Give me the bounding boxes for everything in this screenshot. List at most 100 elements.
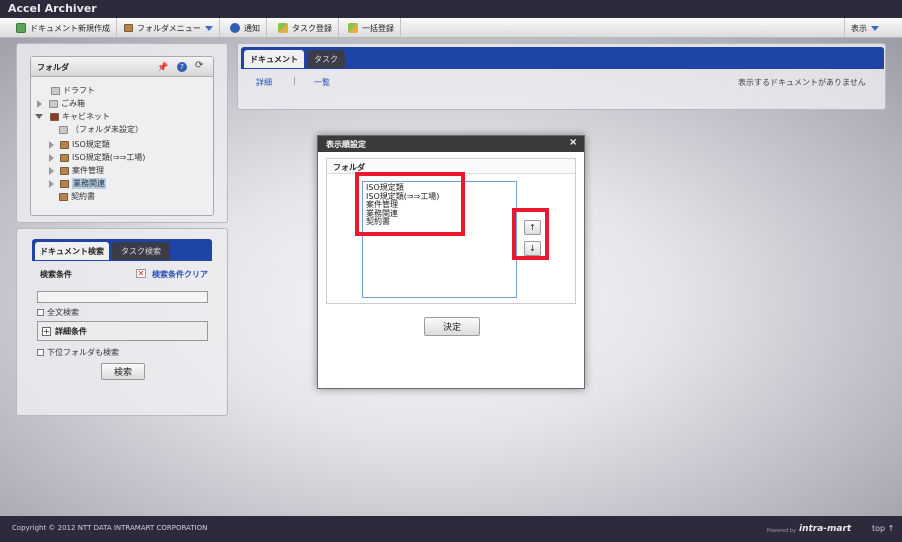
tree-item-label: ごみ箱	[61, 99, 85, 108]
confirm-button-label: 決定	[442, 323, 461, 333]
folder-tree-box: フォルダ 📌 ? ⟳ ドラフト ごみ箱 キャビネット （フォルダ未設定） ISO…	[30, 56, 214, 216]
new-document-icon	[16, 23, 26, 33]
menu-folder[interactable]: フォルダメニュー	[118, 18, 220, 38]
detail-view-link[interactable]: 詳細	[256, 77, 272, 88]
fulltext-checkbox-row[interactable]: 全文検索	[37, 307, 79, 318]
app-title-bar: Accel Archiver	[0, 0, 902, 18]
tab-task-search[interactable]: タスク検索	[112, 242, 170, 260]
clear-icon[interactable]: ✕	[136, 269, 146, 278]
fulltext-checkbox[interactable]	[37, 309, 44, 316]
search-button-label: 検索	[113, 368, 132, 378]
chevron-down-icon	[204, 25, 213, 31]
tree-item-label: （フォルダ未設定）	[71, 125, 143, 134]
search-condition-label: 検索条件	[40, 270, 72, 279]
tab-document-search[interactable]: ドキュメント検索	[35, 242, 109, 260]
expand-icon[interactable]	[37, 99, 42, 108]
folder-icon	[59, 125, 68, 134]
search-tab-bar: ドキュメント検索 タスク検索	[32, 239, 212, 261]
menu-bulk-register[interactable]: 一括登録	[342, 18, 401, 38]
tree-item-trash[interactable]: ごみ箱	[37, 98, 85, 109]
trash-icon	[49, 99, 58, 108]
menu-new-document-label: ドキュメント新規作成	[30, 23, 110, 33]
pin-icon[interactable]: 📌	[157, 63, 168, 73]
tree-item-label: 業務関連	[72, 178, 106, 189]
folder-icon	[60, 166, 69, 175]
folder-section-label: フォルダ	[333, 163, 365, 172]
tab-label: ドキュメント	[250, 54, 298, 64]
tree-item-label: ドラフト	[63, 86, 95, 95]
menu-task-register[interactable]: タスク登録	[272, 18, 339, 38]
document-panel: ドキュメント タスク 詳細 | 一覧 表示するドキュメントがありません	[237, 43, 886, 110]
tree-item-contract[interactable]: 契約書	[59, 191, 95, 202]
menu-folder-label: フォルダメニュー	[137, 23, 201, 33]
menu-task-register-label: タスク登録	[292, 23, 332, 33]
collapse-icon[interactable]	[35, 114, 43, 119]
tree-item-iso[interactable]: ISO規定類	[49, 139, 110, 150]
menu-display[interactable]: 表示	[844, 18, 885, 38]
folder-icon	[124, 24, 133, 32]
tab-label: ドキュメント検索	[40, 246, 104, 256]
tree-item-unset[interactable]: （フォルダ未設定）	[59, 124, 143, 135]
tree-item-label: ISO規定類(⇒⇒工場)	[72, 153, 146, 162]
folder-panel-title: フォルダ	[37, 63, 69, 72]
tree-item-label: キャビネット	[62, 112, 110, 121]
folder-icon	[60, 179, 69, 188]
tree-item-label: 案件管理	[72, 166, 104, 175]
folder-icon	[60, 153, 69, 162]
confirm-button[interactable]: 決定	[424, 317, 480, 336]
tree-item-business[interactable]: 業務関連	[49, 178, 106, 189]
highlight-arrow-buttons	[512, 208, 549, 260]
search-button[interactable]: 検索	[101, 363, 145, 380]
tree-item-draft[interactable]: ドラフト	[51, 85, 95, 96]
folder-panel: フォルダ 📌 ? ⟳ ドラフト ごみ箱 キャビネット （フォルダ未設定） ISO…	[16, 43, 228, 223]
expand-icon[interactable]	[49, 166, 54, 175]
tab-tasks[interactable]: タスク	[307, 50, 345, 68]
menu-display-label: 表示	[851, 23, 867, 33]
highlight-list-box	[355, 172, 465, 236]
task-register-icon	[278, 23, 288, 33]
fulltext-label: 全文検索	[47, 308, 79, 317]
link-separator: |	[293, 76, 296, 85]
document-tab-bar: ドキュメント タスク	[241, 47, 884, 69]
info-icon	[230, 23, 240, 33]
detail-conditions-toggle[interactable]: + 詳細条件	[37, 321, 208, 341]
tab-label: タスク検索	[121, 246, 161, 256]
search-panel: ドキュメント検索 タスク検索 検索条件 ✕ 検索条件クリア 全文検索 + 詳細条…	[16, 228, 228, 416]
menu-new-document[interactable]: ドキュメント新規作成	[10, 18, 117, 38]
tab-label: タスク	[314, 54, 338, 64]
folder-icon	[59, 192, 68, 201]
tree-item-projects[interactable]: 案件管理	[49, 165, 104, 176]
tree-item-label: ISO規定類	[72, 140, 110, 149]
menu-bar: ドキュメント新規作成 フォルダメニュー 通知 タスク登録 一括登録 表示	[0, 18, 902, 38]
subfolder-label: 下位フォルダも検索	[47, 348, 119, 357]
help-icon[interactable]: ?	[177, 62, 187, 72]
tab-documents[interactable]: ドキュメント	[244, 50, 304, 68]
list-view-link[interactable]: 一覧	[314, 77, 330, 88]
plus-icon: +	[42, 326, 51, 336]
clear-conditions-link[interactable]: 検索条件クリア	[152, 269, 208, 280]
tree-item-label: 契約書	[71, 192, 95, 201]
close-icon[interactable]: ×	[569, 137, 577, 148]
expand-icon[interactable]	[49, 140, 54, 149]
dialog-header: 表示順設定	[318, 136, 584, 152]
menu-notification[interactable]: 通知	[224, 18, 267, 38]
tree-item-cabinet[interactable]: キャビネット	[35, 111, 110, 122]
top-link[interactable]: top ↑	[872, 524, 894, 533]
dialog-title: 表示順設定	[326, 140, 366, 149]
draft-icon	[51, 86, 60, 95]
expand-icon[interactable]	[49, 153, 54, 162]
tree-item-iso-factory[interactable]: ISO規定類(⇒⇒工場)	[49, 152, 145, 163]
search-input[interactable]	[37, 291, 208, 303]
menu-bulk-register-label: 一括登録	[362, 23, 394, 33]
expand-icon[interactable]	[49, 179, 54, 188]
refresh-icon[interactable]: ⟳	[195, 60, 203, 71]
folder-icon	[60, 140, 69, 149]
subfolder-checkbox-row[interactable]: 下位フォルダも検索	[37, 347, 119, 358]
footer: Copyright © 2012 NTT DATA INTRAMART CORP…	[0, 516, 902, 542]
bulk-register-icon	[348, 23, 358, 33]
app-title: Accel Archiver	[8, 2, 97, 15]
subfolder-checkbox[interactable]	[37, 349, 44, 356]
brand-logo: intra-mart	[799, 524, 852, 534]
chevron-down-icon	[871, 25, 879, 31]
cabinet-icon	[50, 112, 59, 121]
